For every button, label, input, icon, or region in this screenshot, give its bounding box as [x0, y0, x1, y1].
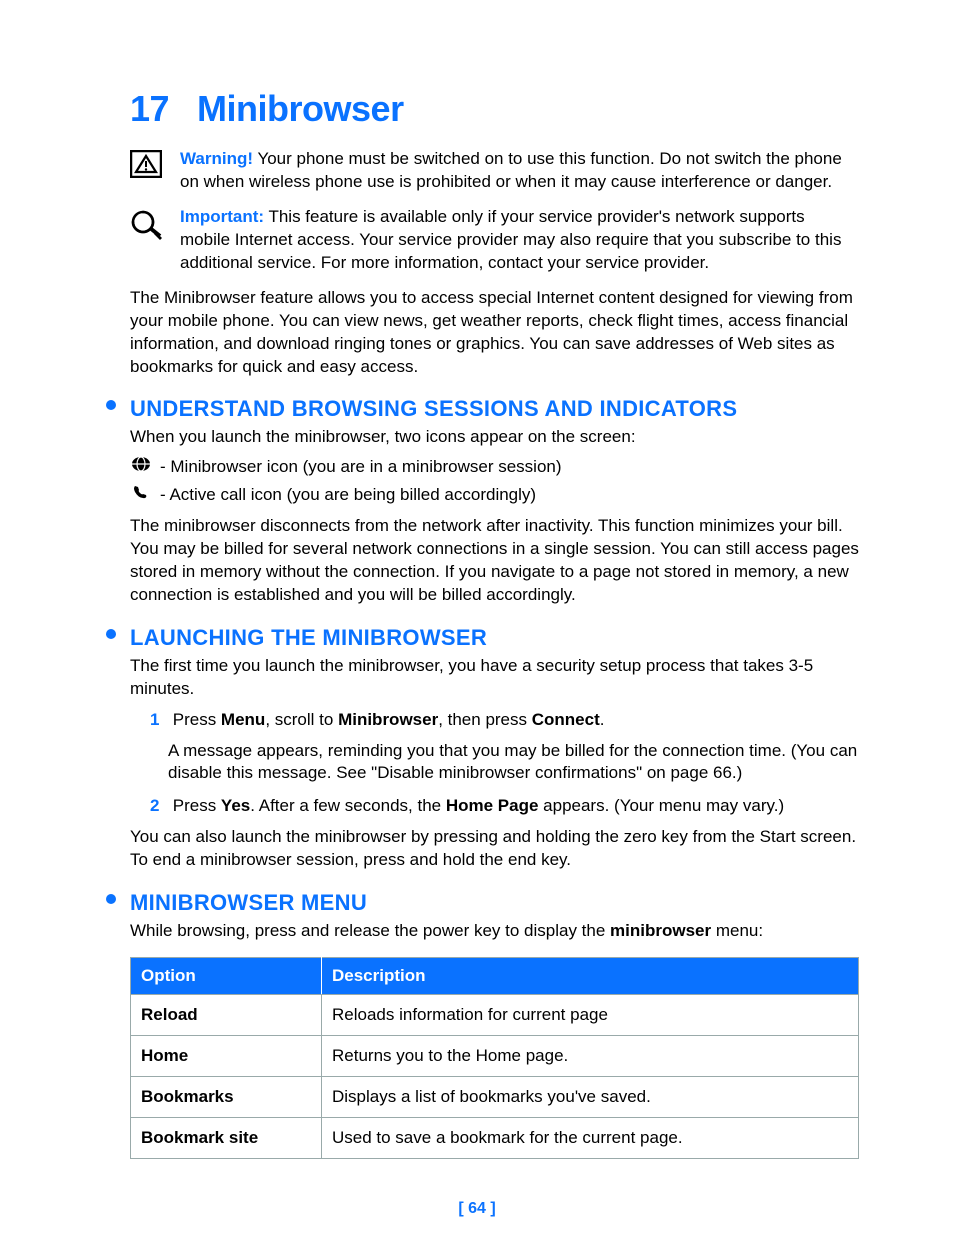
- important-text: Important: This feature is available onl…: [180, 206, 859, 275]
- important-label: Important:: [180, 207, 264, 226]
- bullet-icon: [106, 629, 116, 639]
- section1-lead: When you launch the minibrowser, two ico…: [130, 426, 859, 449]
- chapter-number: 17: [130, 88, 169, 130]
- document-page: 17 Minibrowser Warning! Your phone must b…: [0, 0, 954, 1248]
- page-number: [ 64 ]: [0, 1200, 954, 1218]
- col-option: Option: [131, 958, 322, 995]
- step-1-sub: A message appears, reminding you that yo…: [168, 740, 859, 786]
- chapter-title: 17 Minibrowser: [130, 88, 859, 130]
- bullet-icon: [106, 894, 116, 904]
- section2-trail: You can also launch the minibrowser by p…: [130, 826, 859, 872]
- chapter-name: Minibrowser: [197, 88, 404, 129]
- table-row: Bookmark site Used to save a bookmark fo…: [131, 1118, 859, 1159]
- minibrowser-icon: [130, 455, 152, 479]
- warning-note: Warning! Your phone must be switched on …: [130, 148, 859, 194]
- col-description: Description: [322, 958, 859, 995]
- table-row: Reload Reloads information for current p…: [131, 995, 859, 1036]
- active-call-icon: [130, 483, 152, 507]
- warning-icon: [130, 148, 180, 178]
- minibrowser-icon-line: - Minibrowser icon (you are in a minibro…: [130, 455, 859, 479]
- warning-text: Warning! Your phone must be switched on …: [180, 148, 859, 194]
- intro-paragraph: The Minibrowser feature allows you to ac…: [130, 287, 859, 379]
- table-header-row: Option Description: [131, 958, 859, 995]
- table-row: Bookmarks Displays a list of bookmarks y…: [131, 1077, 859, 1118]
- section1-para: The minibrowser disconnects from the net…: [130, 515, 859, 607]
- bullet-icon: [106, 400, 116, 410]
- step-1: 1 Press Menu, scroll to Minibrowser, the…: [150, 709, 859, 732]
- section-heading-understand: UNDERSTAND BROWSING SESSIONS AND INDICAT…: [130, 396, 859, 422]
- section-heading-menu: MINIBROWSER MENU: [130, 890, 859, 916]
- important-note: Important: This feature is available onl…: [130, 206, 859, 275]
- active-call-icon-line: - Active call icon (you are being billed…: [130, 483, 859, 507]
- important-icon: [130, 206, 180, 242]
- minibrowser-menu-table: Option Description Reload Reloads inform…: [130, 957, 859, 1159]
- warning-label: Warning!: [180, 149, 253, 168]
- section3-lead: While browsing, press and release the po…: [130, 920, 859, 943]
- section-heading-launching: LAUNCHING THE MINIBROWSER: [130, 625, 859, 651]
- step-2: 2 Press Yes. After a few seconds, the Ho…: [150, 795, 859, 818]
- table-row: Home Returns you to the Home page.: [131, 1036, 859, 1077]
- section2-lead: The first time you launch the minibrowse…: [130, 655, 859, 701]
